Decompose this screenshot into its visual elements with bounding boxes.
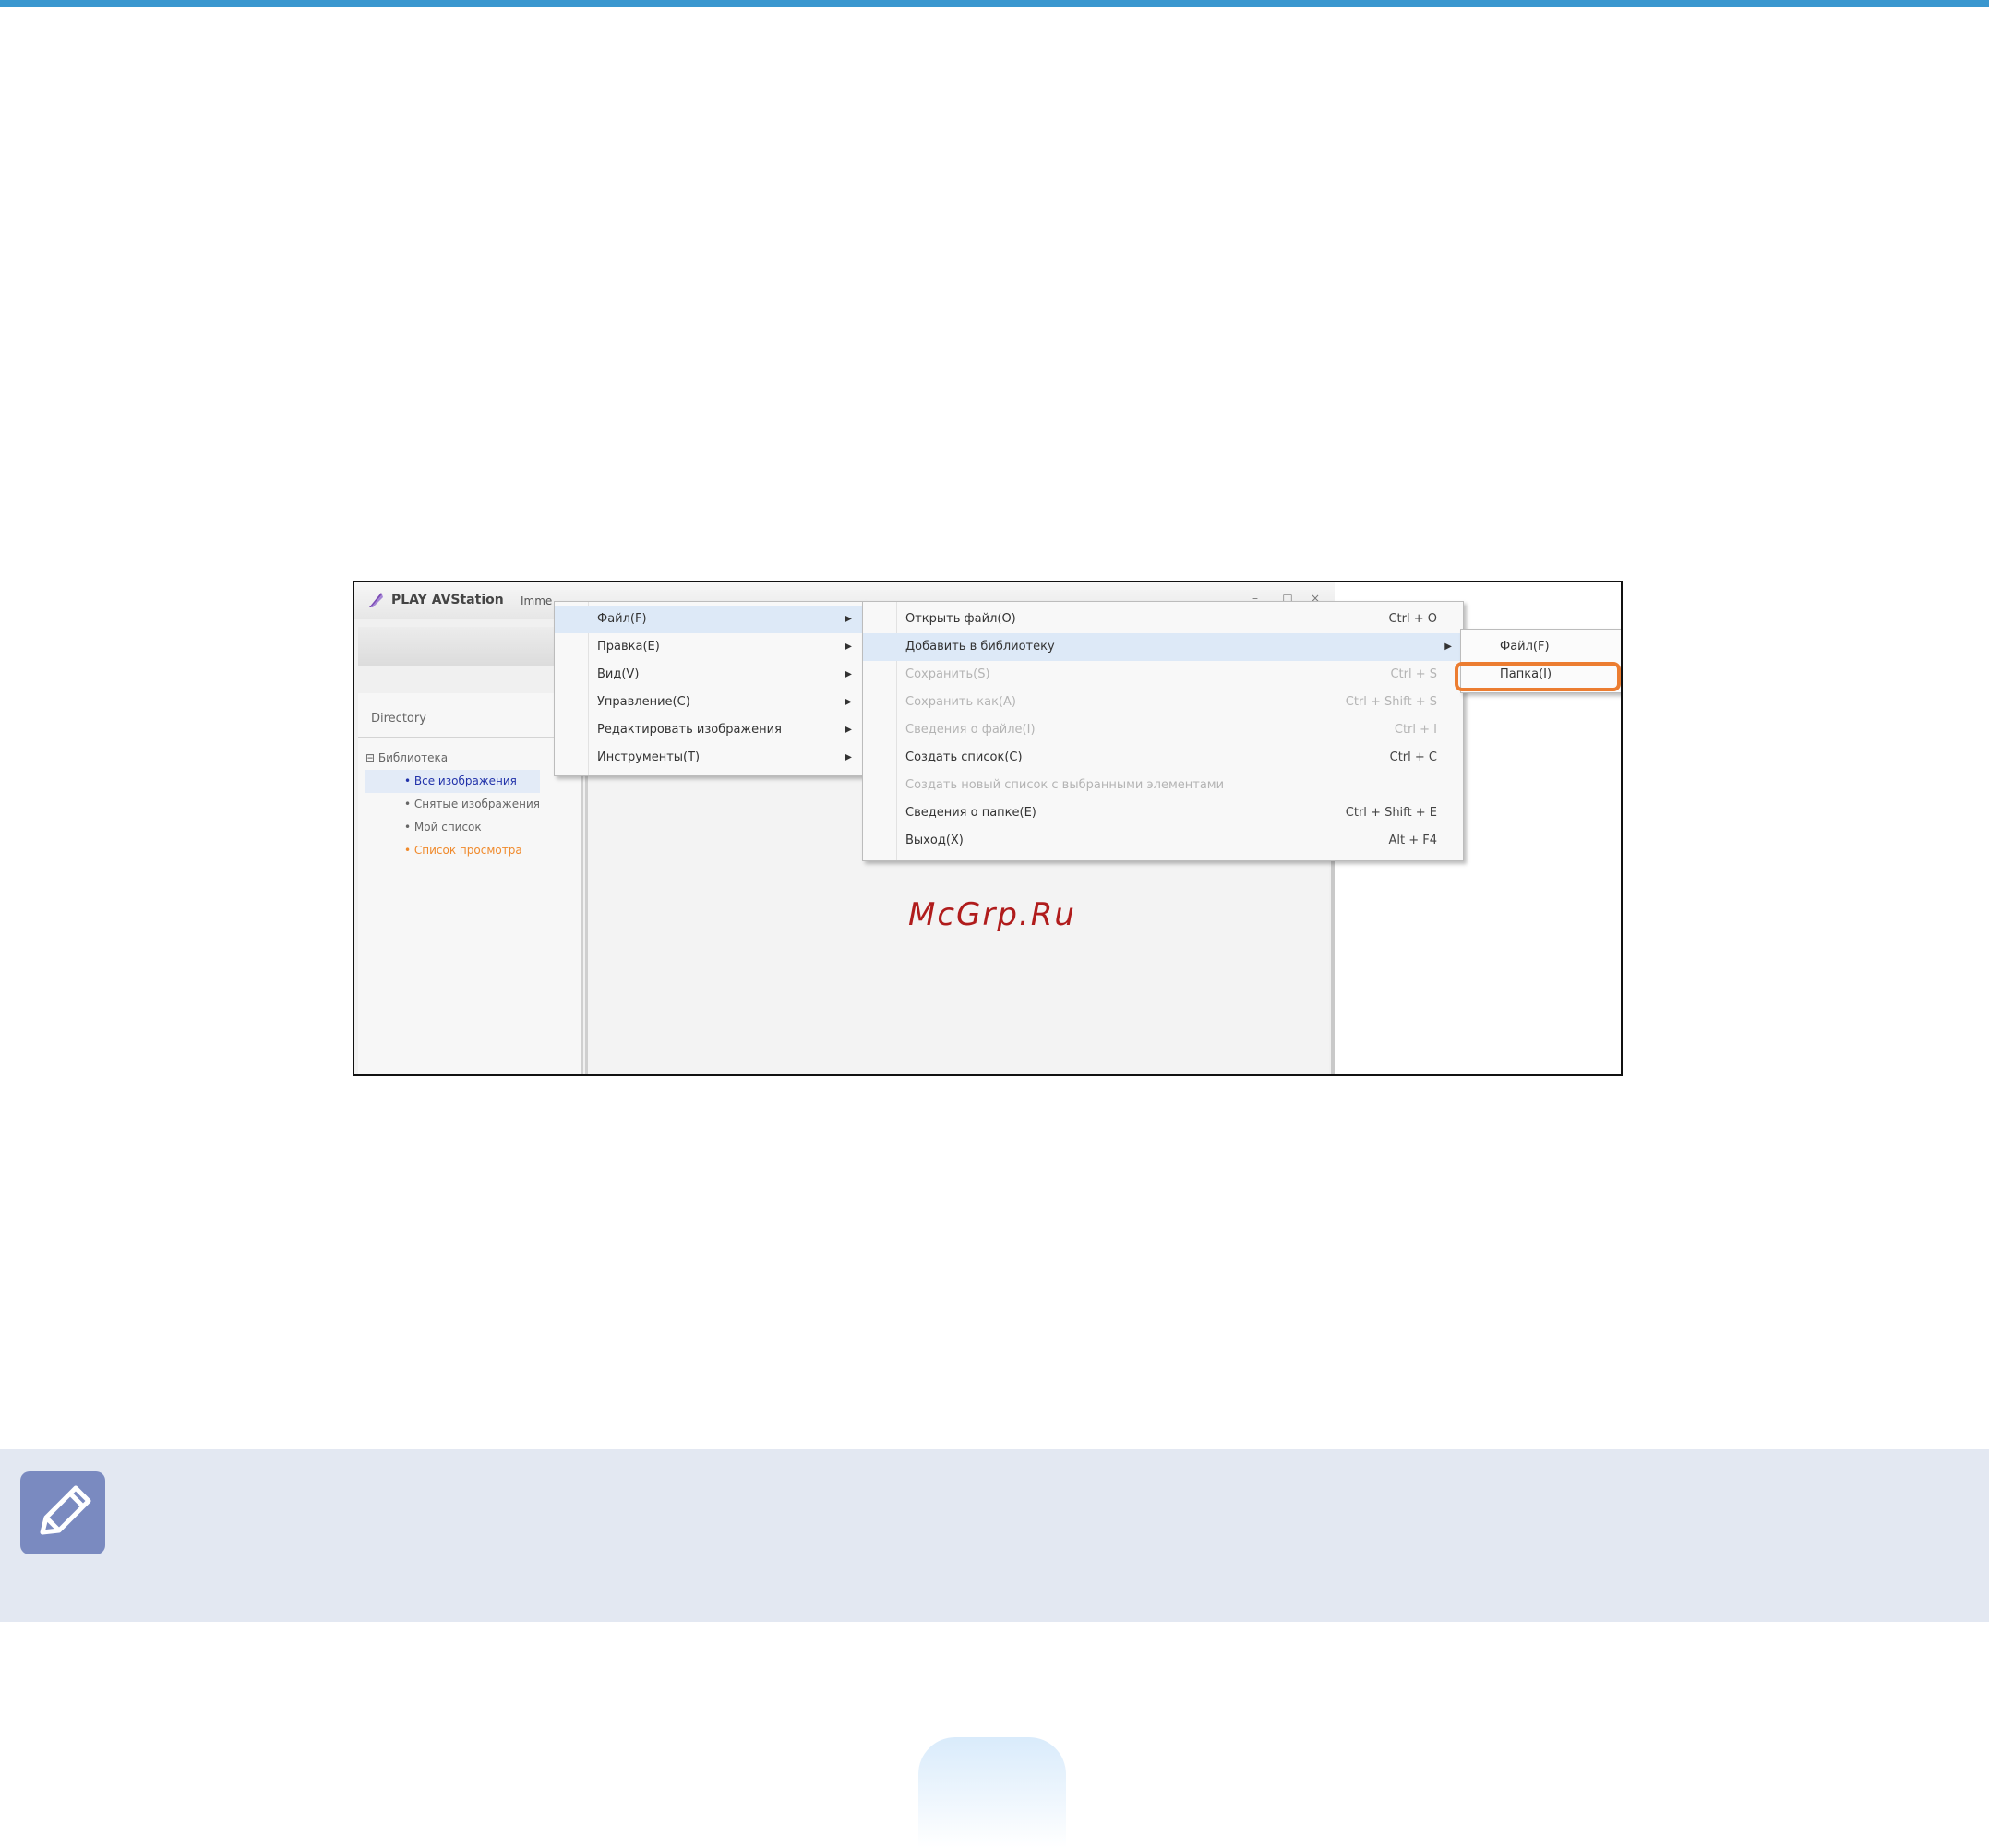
menu-item-label: Инструменты(T) bbox=[597, 750, 701, 764]
menu-item-add-to-library[interactable]: Добавить в библиотеку ▶ bbox=[863, 633, 1463, 661]
menu-shortcut: Ctrl + S bbox=[1390, 667, 1437, 681]
directory-label: Directory bbox=[371, 712, 426, 726]
menu-item-label: Файл(F) bbox=[1500, 640, 1550, 654]
menu-item-label: Вид(V) bbox=[597, 667, 640, 681]
menu-item-label: Сохранить(S) bbox=[905, 667, 990, 681]
submenu-arrow-icon: ▶ bbox=[845, 752, 852, 762]
note-band bbox=[0, 1449, 1989, 1622]
menu-item-create-list[interactable]: Создать список(C) Ctrl + C bbox=[863, 744, 1463, 772]
menu-item-open-file[interactable]: Открыть файл(O) Ctrl + O bbox=[863, 606, 1463, 633]
tree-item-label: Снятые изображения bbox=[413, 798, 540, 810]
menu-item-label: Файл(F) bbox=[597, 612, 647, 626]
menu-item-edit[interactable]: Правка(E) ▶ bbox=[555, 633, 863, 661]
menu-item-folder-info[interactable]: Сведения о папке(E) Ctrl + Shift + E bbox=[863, 799, 1463, 827]
menu-item-control[interactable]: Управление(C) ▶ bbox=[555, 689, 863, 716]
submenu-arrow-icon: ▶ bbox=[845, 642, 852, 652]
menu-shortcut: Alt + F4 bbox=[1388, 834, 1437, 847]
menu-item-label: Сведения о папке(E) bbox=[905, 806, 1036, 820]
submenu-arrow-icon: ▶ bbox=[845, 614, 852, 624]
menu-item-label: Добавить в библиотеку bbox=[905, 640, 1055, 654]
menu-item-add-file[interactable]: Файл(F) bbox=[1461, 633, 1621, 661]
tree-item-captured[interactable]: • Снятые изображения bbox=[365, 793, 540, 816]
toolbar bbox=[358, 627, 580, 666]
feather-icon bbox=[369, 593, 383, 607]
menu-item-view[interactable]: Вид(V) ▶ bbox=[555, 661, 863, 689]
tree-item-all-images[interactable]: • Все изображения bbox=[365, 770, 540, 793]
menu-item-label: Создать список(C) bbox=[905, 750, 1023, 764]
menu-item-label: Открыть файл(O) bbox=[905, 612, 1016, 626]
main-menu: Файл(F) ▶ Правка(E) ▶ Вид(V) ▶ Управление(C… bbox=[554, 601, 864, 776]
tree-item-my-list[interactable]: • Мой список bbox=[365, 816, 540, 839]
folder-highlight-ring bbox=[1455, 662, 1621, 691]
menu-item-save-as[interactable]: Сохранить как(A) Ctrl + Shift + S bbox=[863, 689, 1463, 716]
menu-shortcut: Ctrl + C bbox=[1389, 750, 1437, 764]
tree-item-label: Мой список bbox=[413, 821, 482, 834]
tree-item-view-list[interactable]: • Список просмотра bbox=[365, 839, 540, 862]
top-rule bbox=[0, 0, 1989, 7]
menu-item-label: Сведения о файле(I) bbox=[905, 723, 1036, 737]
watermark: McGrp.Ru bbox=[908, 896, 1076, 933]
menu-shortcut: Ctrl + Shift + E bbox=[1345, 806, 1437, 820]
menu-item-label: Создать новый список с выбранными элемен… bbox=[905, 778, 1225, 792]
tree-root-label: Библиотека bbox=[377, 751, 449, 764]
menu-shortcut: Ctrl + O bbox=[1388, 612, 1437, 626]
menu-item-tools[interactable]: Инструменты(T) ▶ bbox=[555, 744, 863, 772]
library-tree: ⊟ Библиотека • Все изображения • Снятые … bbox=[365, 747, 540, 862]
submenu-arrow-icon: ▶ bbox=[845, 697, 852, 707]
menu-item-file-info[interactable]: Сведения о файле(I) Ctrl + I bbox=[863, 716, 1463, 744]
menu-item-label: Редактировать изображения bbox=[597, 723, 782, 737]
menu-item-label: Правка(E) bbox=[597, 640, 660, 654]
app-title: PLAY AVStation bbox=[391, 593, 504, 607]
note-pencil-icon bbox=[20, 1471, 105, 1554]
menu-item-create-list-selected[interactable]: Создать новый список с выбранными элемен… bbox=[863, 772, 1463, 799]
directory-separator bbox=[358, 737, 583, 738]
tree-root-library[interactable]: ⊟ Библиотека bbox=[365, 747, 540, 770]
tree-item-label: Все изображения bbox=[413, 774, 517, 787]
menu-bar-stub[interactable]: Imme bbox=[521, 594, 552, 607]
menu-item-save[interactable]: Сохранить(S) Ctrl + S bbox=[863, 661, 1463, 689]
tree-item-label: Список просмотра bbox=[413, 844, 522, 857]
menu-item-label: Выход(X) bbox=[905, 834, 964, 847]
submenu-arrow-icon: ▶ bbox=[845, 669, 852, 679]
menu-shortcut: Ctrl + I bbox=[1394, 723, 1437, 737]
submenu-arrow-icon: ▶ bbox=[845, 725, 852, 735]
page-number-tab bbox=[918, 1737, 1066, 1848]
menu-item-file[interactable]: Файл(F) ▶ bbox=[555, 606, 863, 633]
screenshot-frame: PLAY AVStation Imme – □ × Directory ⊟ Би… bbox=[353, 581, 1623, 1076]
menu-item-label: Управление(C) bbox=[597, 695, 690, 709]
menu-item-label: Сохранить как(A) bbox=[905, 695, 1016, 709]
file-submenu: Открыть файл(O) Ctrl + O Добавить в библи… bbox=[862, 601, 1464, 861]
menu-item-exit[interactable]: Выход(X) Alt + F4 bbox=[863, 827, 1463, 855]
submenu-arrow-icon: ▶ bbox=[1444, 642, 1452, 652]
menu-item-edit-images[interactable]: Редактировать изображения ▶ bbox=[555, 716, 863, 744]
menu-shortcut: Ctrl + Shift + S bbox=[1345, 695, 1437, 709]
